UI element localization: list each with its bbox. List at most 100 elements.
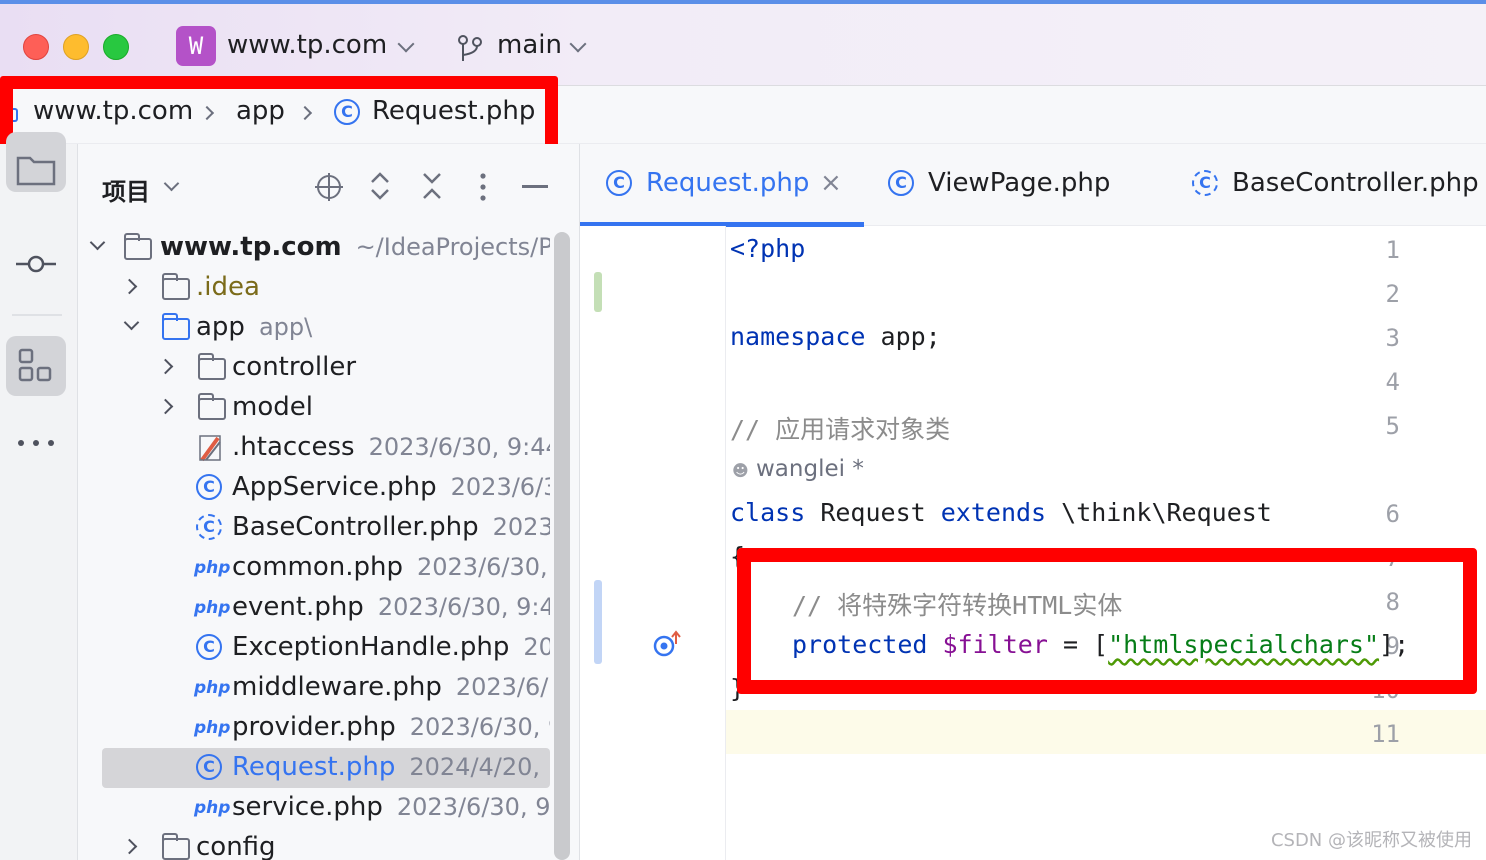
code-line-5[interactable]: // 应用请求对象类 — [730, 410, 950, 446]
tab-viewpage-php[interactable]: C ViewPage.php — [870, 144, 1170, 226]
tree-item-label: BaseController.php — [232, 512, 479, 542]
tree-item-htaccess[interactable]: .htaccess 2023/6/30, 9:44 F — [78, 428, 550, 468]
php-file-icon: php — [194, 558, 231, 578]
expand-arrow-icon[interactable] — [89, 234, 106, 251]
php-file-icon: php — [194, 678, 231, 698]
author-inlay-hint[interactable]: ☻ wanglei * — [732, 456, 864, 482]
vertical-scrollbar[interactable] — [554, 232, 570, 860]
tree-item-meta: app\ — [258, 313, 313, 341]
git-branch-selector[interactable]: main — [497, 30, 562, 60]
tree-item-idea[interactable]: .idea — [78, 268, 550, 308]
tree-item-common[interactable]: php common.php 2023/6/30, 9: — [78, 548, 550, 588]
close-icon[interactable]: × — [820, 168, 842, 198]
tree-item-controller[interactable]: controller — [78, 348, 550, 388]
override-marker-icon[interactable] — [652, 630, 682, 660]
code-line-1[interactable]: <?php — [730, 234, 805, 263]
code-line-3[interactable]: namespace app; — [730, 322, 941, 351]
panel-title[interactable]: 项目 — [102, 172, 150, 207]
line-number: 11 — [1371, 720, 1400, 748]
breadcrumb-item-project[interactable]: www.tp.com — [33, 96, 193, 126]
tree-item-provider[interactable]: php provider.php 2023/6/30, 9: — [78, 708, 550, 748]
tree-item-request[interactable]: C Request.php 2024/4/20, 10 — [102, 748, 550, 788]
code-keyword: extends — [940, 498, 1047, 527]
window-close-button[interactable] — [23, 34, 49, 60]
tab-label: Request.php — [646, 168, 810, 198]
tool-divider — [12, 314, 62, 316]
window-maximize-button[interactable] — [103, 34, 129, 60]
php-class-icon: C — [196, 474, 222, 500]
tree-item-middleware[interactable]: php middleware.php 2023/6/30 — [78, 668, 550, 708]
git-branch-icon[interactable] — [456, 34, 484, 64]
code-text: app; — [865, 322, 941, 351]
breadcrumb-item-file[interactable]: Request.php — [372, 96, 535, 126]
tree-item-service[interactable]: php service.php 2023/6/30, 9:4 — [78, 788, 550, 828]
window-minimize-button[interactable] — [63, 34, 89, 60]
code-line-9[interactable]: protected $filter = ["htmlspecialchars"]… — [792, 630, 1409, 659]
tree-item-exceptionhandle[interactable]: C ExceptionHandle.php 202 — [78, 628, 550, 668]
expand-arrow-icon[interactable] — [157, 358, 174, 375]
folder-icon — [162, 833, 190, 860]
tree-item-basecontroller[interactable]: C BaseController.php 2023/6 — [78, 508, 550, 548]
hide-panel-icon[interactable] — [522, 185, 548, 188]
code-line-8[interactable]: // 将特殊字符转换HTML实体 — [792, 586, 1122, 622]
line-number: 6 — [1385, 500, 1400, 528]
tree-item-config[interactable]: config — [78, 828, 550, 860]
project-tool-button[interactable] — [6, 132, 66, 192]
tree-item-appservice[interactable]: C AppService.php 2023/6/30 — [78, 468, 550, 508]
code-text: Request — [805, 498, 941, 527]
code-line-6[interactable]: class Request extends \think\Request — [730, 498, 1272, 527]
project-panel: 项目 www.tp.com ~/IdeaProjects/Ph .idea app… — [78, 144, 580, 860]
chevron-down-icon[interactable] — [163, 175, 180, 192]
more-icon[interactable] — [16, 438, 56, 448]
code-string: "htmlspecialchars" — [1108, 630, 1380, 659]
options-icon[interactable] — [478, 172, 488, 202]
module-folder-icon — [124, 233, 152, 260]
php-file-icon: php — [194, 798, 231, 818]
expand-all-icon[interactable] — [368, 170, 392, 202]
collapse-all-icon[interactable] — [420, 170, 444, 202]
breadcrumb-item-app[interactable]: app — [236, 96, 285, 126]
locate-icon[interactable] — [314, 172, 344, 202]
commit-icon[interactable] — [14, 252, 58, 276]
expand-arrow-icon[interactable] — [157, 398, 174, 415]
php-class-icon: C — [196, 754, 222, 780]
structure-icon — [18, 348, 52, 382]
folder-icon — [198, 353, 226, 380]
tree-item-app[interactable]: app app\ — [78, 308, 550, 348]
code-line-10[interactable]: } — [730, 674, 745, 703]
tree-item-model[interactable]: model — [78, 388, 550, 428]
line-number-gutter — [580, 226, 726, 860]
code-keyword: class — [730, 498, 806, 527]
code-keyword: protected — [792, 630, 928, 659]
expand-arrow-icon[interactable] — [123, 314, 140, 331]
code-keyword: namespace — [730, 322, 866, 351]
tree-item-meta: 2024/4/20, 10 — [409, 753, 550, 781]
tab-request-php[interactable]: C Request.php × — [580, 144, 864, 227]
tree-item-label: common.php — [232, 552, 403, 582]
tab-label: ViewPage.php — [928, 168, 1111, 198]
tree-item-meta: 2023/6/30 — [455, 673, 550, 701]
php-file-icon: php — [194, 598, 231, 618]
php-class-icon: C — [606, 170, 632, 196]
tree-item-meta: 2023/6 — [492, 513, 550, 541]
project-badge[interactable]: W — [176, 26, 216, 66]
vcs-added-marker[interactable] — [594, 272, 602, 312]
vcs-modified-marker[interactable] — [594, 580, 602, 664]
expand-arrow-icon[interactable] — [121, 838, 138, 855]
project-switcher[interactable]: www.tp.com — [227, 30, 387, 60]
line-number: 5 — [1385, 412, 1400, 440]
expand-arrow-icon[interactable] — [121, 278, 138, 295]
chevron-down-icon[interactable] — [569, 35, 587, 53]
tree-item-label: AppService.php — [232, 472, 437, 502]
structure-tool-button[interactable] — [6, 336, 66, 396]
tab-basecontroller-php[interactable]: C BaseController.php — [1176, 144, 1486, 226]
line-number: 7 — [1385, 544, 1400, 572]
tree-item-event[interactable]: php event.php 2023/6/30, 9:44 I — [78, 588, 550, 628]
tree-item-project-root[interactable]: www.tp.com ~/IdeaProjects/Ph — [78, 228, 550, 268]
code-line-7[interactable]: { — [730, 542, 745, 571]
tree-item-label: Request.php — [232, 752, 396, 782]
chevron-down-icon[interactable] — [397, 35, 415, 53]
tree-item-meta: 2023/6/30, 9: — [417, 553, 550, 581]
editor-tab-bar: C Request.php × C ViewPage.php C BaseCon… — [580, 144, 1486, 227]
tree-item-label: provider.php — [232, 712, 396, 742]
